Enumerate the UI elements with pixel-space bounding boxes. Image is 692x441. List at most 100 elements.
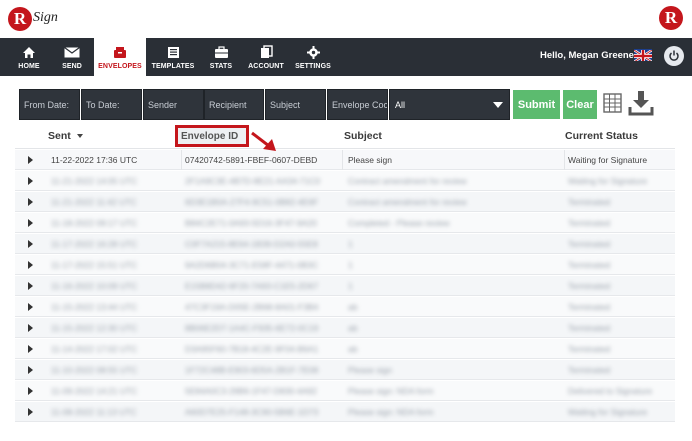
- table-row[interactable]: 11-08-2022 11:13 UTC A60D7E25-F148-3C90-…: [15, 402, 675, 422]
- nav-account-label: ACCOUNT: [248, 63, 284, 70]
- cell-envelope-id: A60D7E25-F148-3C90-5B6E-1D73: [185, 407, 319, 417]
- cell-sent: 11-17-2022 16:28 UTC: [51, 239, 138, 249]
- nav-account[interactable]: ACCOUNT: [245, 38, 287, 76]
- col-status[interactable]: Current Status: [565, 130, 638, 142]
- logo-mark: R: [8, 7, 32, 31]
- table-row[interactable]: 11-17-2022 15:51 UTC 9A2D6B04-3C71-E58F-…: [15, 255, 675, 275]
- gear-icon: [306, 44, 320, 60]
- table-row[interactable]: 11-14-2022 17:02 UTC D3A95F60-7B18-4C2E-…: [15, 339, 675, 359]
- user-greeting[interactable]: Hello, Megan Greene: [540, 50, 634, 61]
- cell-sent: 11-10-2022 08:55 UTC: [51, 365, 138, 375]
- cell-status: Terminated: [568, 344, 611, 354]
- table-row[interactable]: 11-21-2022 14:05 UTC 2F1A9C3E-4B7D-8E21-…: [15, 171, 675, 191]
- expand-row-icon[interactable]: [15, 381, 46, 401]
- cell-subject: Please sign: [348, 365, 392, 375]
- cell-status: Terminated: [568, 281, 611, 291]
- cell-status: Terminated: [568, 365, 611, 375]
- col-envelope-id[interactable]: Envelope ID: [175, 125, 249, 147]
- cell-subject: ab: [348, 323, 358, 333]
- download-icon[interactable]: [628, 90, 654, 121]
- cell-envelope-id: 1F72C48B-E903-6D5A-2B1F-7E08: [185, 365, 319, 375]
- cell-envelope-id: C0F7A215-8E64-1B39-D2A0-55E8: [185, 239, 318, 249]
- rsign-logo[interactable]: R Sign: [8, 5, 58, 33]
- cell-envelope-id: D3A95F60-7B18-4C2E-9F04-B6A1: [185, 344, 319, 354]
- table-row[interactable]: 11-15-2022 13:44 UTC 47C3F19A-D05E-2B68-…: [15, 297, 675, 317]
- cell-envelope-id: 6D3E1B0A-27F4-9C51-0B82-4E6F: [185, 197, 319, 207]
- cell-subject: Completed - Please review: [348, 218, 450, 228]
- column-divider: [342, 150, 343, 170]
- expand-row-icon[interactable]: [15, 318, 46, 338]
- expand-row-icon[interactable]: [15, 276, 46, 296]
- cell-subject: Please sign: NDA form: [348, 386, 434, 396]
- account-icon: [260, 44, 273, 60]
- cell-envelope-id: 9A2D6B04-3C71-E58F-4471-0B3C: [185, 260, 319, 270]
- table-row[interactable]: 11-18-2022 09:17 UTC B84C2E71-0A93-5D16-…: [15, 213, 675, 233]
- sender-input[interactable]: Sender: [143, 89, 204, 120]
- cell-envelope-id: 8B06E2D7-1A4C-F935-6E72-0C19: [185, 323, 319, 333]
- to-date-input[interactable]: To Date:: [81, 89, 142, 120]
- expand-row-icon[interactable]: [15, 339, 46, 359]
- nav-send[interactable]: SEND: [53, 38, 91, 76]
- cell-subject: ab: [348, 344, 358, 354]
- cell-status: Terminated: [568, 218, 611, 228]
- expand-row-icon[interactable]: [15, 402, 46, 422]
- col-subject[interactable]: Subject: [344, 130, 382, 142]
- nav-stats-label: STATS: [209, 63, 233, 70]
- table-row[interactable]: 11-21-2022 11:42 UTC 6D3E1B0A-27F4-9C51-…: [15, 192, 675, 212]
- uk-flag-icon[interactable]: [634, 49, 652, 61]
- cell-sent: 11-14-2022 17:02 UTC: [51, 344, 138, 354]
- table-row[interactable]: 11-16-2022 10:09 UTC E15B8D42-6F20-7A93-…: [15, 276, 675, 296]
- table-row[interactable]: 11-10-2022 08:55 UTC 1F72C48B-E903-6D5A-…: [15, 360, 675, 380]
- envelope-code-input[interactable]: Envelope Coc: [327, 89, 388, 120]
- nav-templates[interactable]: TEMPLATES: [150, 38, 196, 76]
- cell-sent: 11-18-2022 09:17 UTC: [51, 218, 138, 228]
- cell-status: Delivered to Signature: [568, 386, 653, 396]
- nav-stats[interactable]: STATS: [203, 38, 239, 76]
- expand-row-icon[interactable]: [15, 360, 46, 380]
- spreadsheet-icon[interactable]: [603, 92, 622, 119]
- logo-text: Sign: [33, 10, 58, 25]
- cell-subject: Contract amendment for review: [348, 197, 467, 207]
- table-row[interactable]: 11-17-2022 16:28 UTC C0F7A215-8E64-1B39-…: [15, 234, 675, 254]
- table-row[interactable]: 11-15-2022 12:30 UTC 8B06E2D7-1A4C-F935-…: [15, 318, 675, 338]
- expand-row-icon[interactable]: [15, 192, 46, 212]
- home-icon: [22, 44, 36, 60]
- envelopes-icon: [113, 44, 127, 60]
- status-select[interactable]: All: [389, 89, 510, 120]
- table-row[interactable]: 11-22-2022 17:36 UTC 07420742-5891-FBEF-…: [15, 150, 675, 170]
- briefcase-icon: [214, 44, 229, 60]
- nav-templates-label: TEMPLATES: [151, 63, 195, 70]
- cell-envelope-id: 47C3F19A-D05E-2B68-8A01-F3B4: [185, 302, 319, 312]
- nav-settings[interactable]: SETTINGS: [294, 38, 332, 76]
- submit-button[interactable]: Submit: [513, 90, 560, 119]
- column-divider: [181, 150, 182, 170]
- sort-down-icon: [76, 134, 83, 139]
- cell-envelope-id: B84C2E71-0A93-5D16-3F47-9A20: [185, 218, 317, 228]
- power-icon[interactable]: [664, 46, 684, 66]
- expand-row-icon[interactable]: [15, 255, 46, 275]
- cell-subject: 1: [348, 281, 353, 291]
- cell-subject: Contract amendment for review: [348, 176, 467, 186]
- cell-sent: 11-21-2022 11:42 UTC: [51, 197, 137, 207]
- recipient-input[interactable]: Recipient: [204, 89, 264, 120]
- cell-subject: 1: [348, 239, 353, 249]
- clear-button[interactable]: Clear: [563, 90, 597, 119]
- nav-home[interactable]: HOME: [10, 38, 48, 76]
- expand-row-icon[interactable]: [15, 213, 46, 233]
- cell-status: Terminated: [568, 323, 611, 333]
- expand-row-icon[interactable]: [15, 150, 46, 170]
- cell-status: Terminated: [568, 302, 611, 312]
- from-date-input[interactable]: From Date:: [19, 89, 80, 120]
- expand-row-icon[interactable]: [15, 297, 46, 317]
- cell-sent: 11-09-2022 14:21 UTC: [51, 386, 138, 396]
- expand-row-icon[interactable]: [15, 171, 46, 191]
- nav-envelopes[interactable]: ENVELOPES: [94, 38, 146, 76]
- expand-row-icon[interactable]: [15, 234, 46, 254]
- col-sent[interactable]: Sent: [48, 130, 83, 142]
- table-row[interactable]: 11-09-2022 14:21 UTC 5E84A0C3-29B6-1F47-…: [15, 381, 675, 401]
- cell-sent: 11-21-2022 14:05 UTC: [51, 176, 138, 186]
- cell-subject: 1: [348, 260, 353, 270]
- subject-input[interactable]: Subject: [265, 89, 326, 120]
- cell-subject: ab: [348, 302, 358, 312]
- nav-send-label: SEND: [62, 63, 82, 70]
